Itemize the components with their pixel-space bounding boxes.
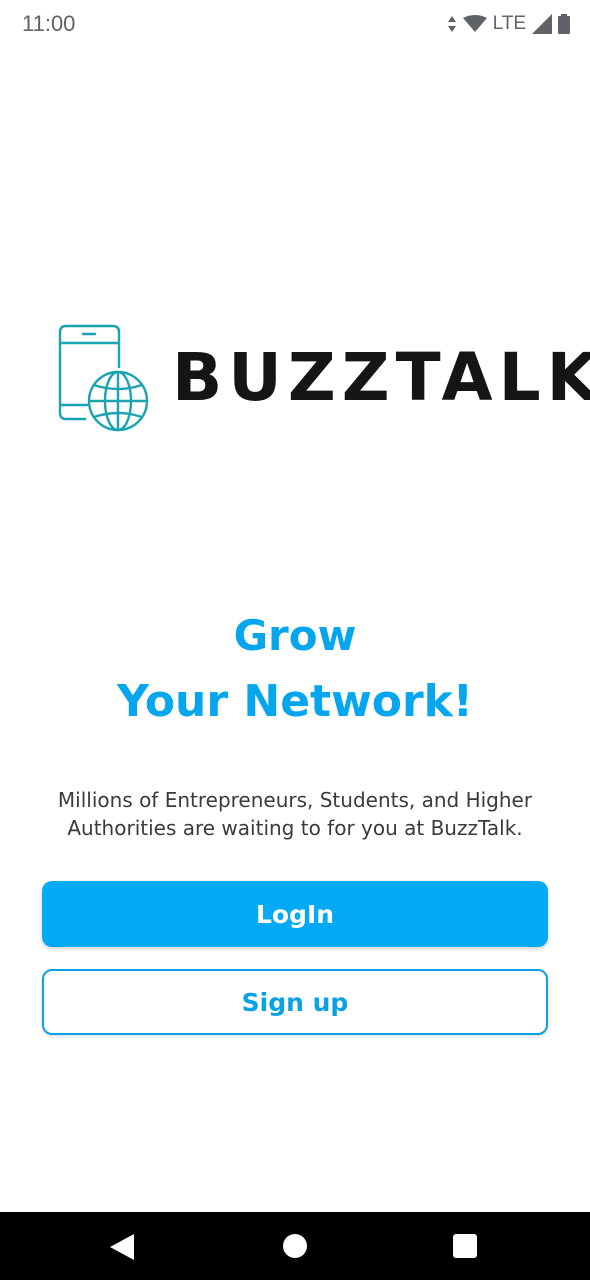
recents-icon[interactable] <box>453 1234 477 1258</box>
cell-signal-icon <box>532 14 552 34</box>
status-icons: LTE <box>447 12 570 36</box>
home-icon[interactable] <box>283 1234 307 1258</box>
phone-globe-icon <box>58 324 149 432</box>
network-type-label: LTE <box>492 13 526 34</box>
tagline: Millions of Entrepreneurs, Students, and… <box>57 788 533 840</box>
headline-line-1: Grow <box>233 611 357 660</box>
back-icon[interactable] <box>110 1234 134 1260</box>
status-time: 11:00 <box>22 11 76 36</box>
status-bar: 11:00 LTE <box>0 0 590 50</box>
battery-icon <box>558 14 570 34</box>
system-nav-bar <box>0 1212 590 1280</box>
login-button[interactable]: LogIn <box>42 881 548 947</box>
signup-button[interactable]: Sign up <box>42 969 548 1035</box>
brand-name: BUZZTALK <box>172 339 590 416</box>
wifi-icon <box>462 15 487 32</box>
data-arrows-icon <box>447 16 456 32</box>
headline-line-2: Your Network! <box>117 676 473 727</box>
